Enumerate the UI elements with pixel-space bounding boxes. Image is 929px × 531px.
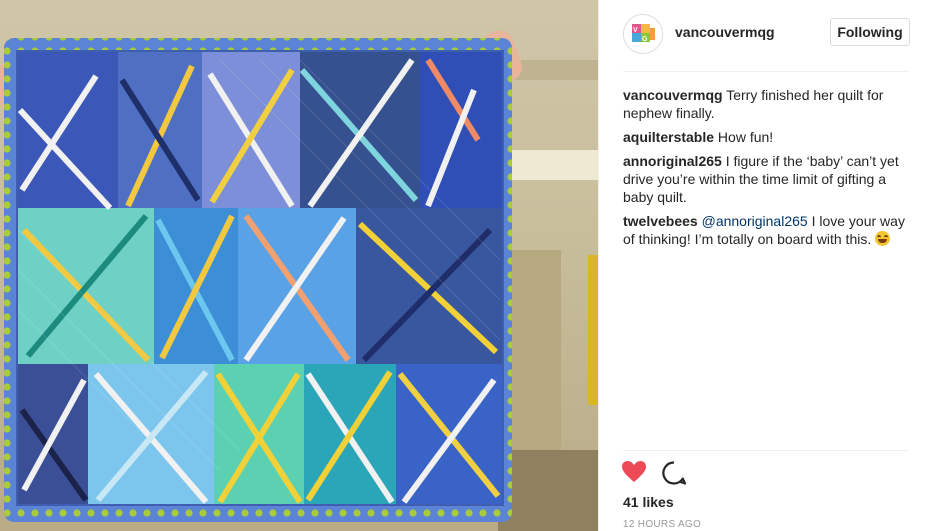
grinning-face-emoji-icon xyxy=(875,231,891,246)
comment-username[interactable]: annoriginal265 xyxy=(623,153,722,169)
comment-item: annoriginal265 I figure if the ‘baby’ ca… xyxy=(623,152,907,206)
svg-text:V: V xyxy=(633,27,638,34)
likes-count[interactable]: 41 likes xyxy=(623,494,674,510)
comment-username[interactable]: twelvebees xyxy=(623,213,698,229)
header-username[interactable]: vancouvermqg xyxy=(675,24,775,40)
comment-username[interactable]: aquilterstable xyxy=(623,129,714,145)
header-divider xyxy=(623,71,909,72)
post-photo[interactable] xyxy=(0,0,598,531)
svg-text:G: G xyxy=(642,36,648,43)
post-header: V G vancouvermqg Following xyxy=(599,0,929,70)
comment-item: aquilterstable How fun! xyxy=(623,128,907,146)
comment-item: twelvebees @annoriginal265 I love your w… xyxy=(623,212,907,248)
post-side-panel: V G vancouvermqg Following vancouvermqg … xyxy=(598,0,929,531)
comment-bubble-icon[interactable] xyxy=(661,460,687,486)
actions-divider xyxy=(623,450,909,451)
comments-list: vancouvermqg Terry finished her quilt fo… xyxy=(623,86,907,254)
quilt-image xyxy=(4,38,512,522)
vmqg-logo-icon: V G xyxy=(624,15,662,53)
comment-mention-link[interactable]: @annoriginal265 xyxy=(702,213,808,229)
heart-icon[interactable] xyxy=(621,460,647,484)
comment-username[interactable]: vancouvermqg xyxy=(623,87,723,103)
background-yellow-strip xyxy=(588,255,598,405)
comment-caption: vancouvermqg Terry finished her quilt fo… xyxy=(623,86,907,122)
post-timestamp[interactable]: 12 HOURS AGO xyxy=(623,519,701,530)
comment-text: How fun! xyxy=(714,129,774,145)
avatar[interactable]: V G xyxy=(623,14,663,54)
following-button[interactable]: Following xyxy=(830,18,910,46)
